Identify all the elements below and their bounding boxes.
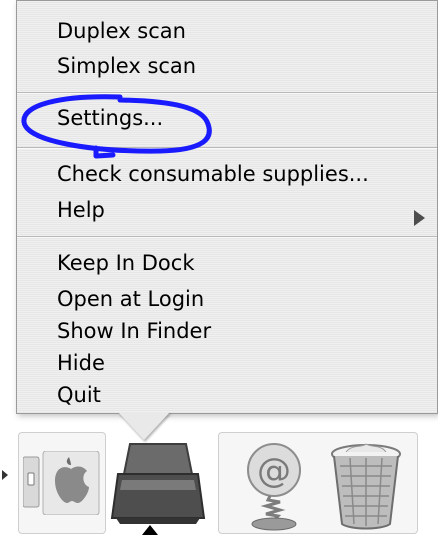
trash-icon[interactable] [326, 442, 406, 530]
menu-item-show-in-finder[interactable]: Show In Finder [57, 318, 211, 344]
dock-context-menu: Duplex scan Simplex scan Settings... Che… [16, 0, 438, 414]
mail-at-icon[interactable]: @ [240, 440, 310, 532]
menu-separator [17, 92, 437, 94]
submenu-arrow-icon [414, 210, 425, 226]
menu-item-simplex-scan[interactable]: Simplex scan [57, 53, 196, 79]
desktop: Duplex scan Simplex scan Settings... Che… [0, 0, 438, 535]
menu-item-quit[interactable]: Quit [57, 382, 101, 408]
menu-pointer [118, 412, 170, 440]
finder-apple-icon [23, 451, 100, 515]
menu-item-open-at-login[interactable]: Open at Login [57, 286, 204, 312]
menu-item-help[interactable]: Help [57, 197, 105, 223]
svg-text:@: @ [257, 451, 291, 491]
menu-item-settings[interactable]: Settings... [57, 105, 163, 131]
menu-separator [17, 236, 437, 238]
menu-item-duplex-scan[interactable]: Duplex scan [57, 18, 186, 44]
dock-scroll-left-icon[interactable] [2, 470, 8, 480]
scanner-app-icon[interactable] [108, 440, 208, 526]
menu-separator [17, 147, 437, 149]
dock-tile-finder[interactable] [18, 432, 106, 534]
menu-item-keep-in-dock[interactable]: Keep In Dock [57, 250, 194, 276]
menu-item-check-consumable-supplies[interactable]: Check consumable supplies... [57, 161, 369, 187]
running-indicator [142, 525, 158, 535]
menu-item-hide[interactable]: Hide [57, 350, 105, 376]
